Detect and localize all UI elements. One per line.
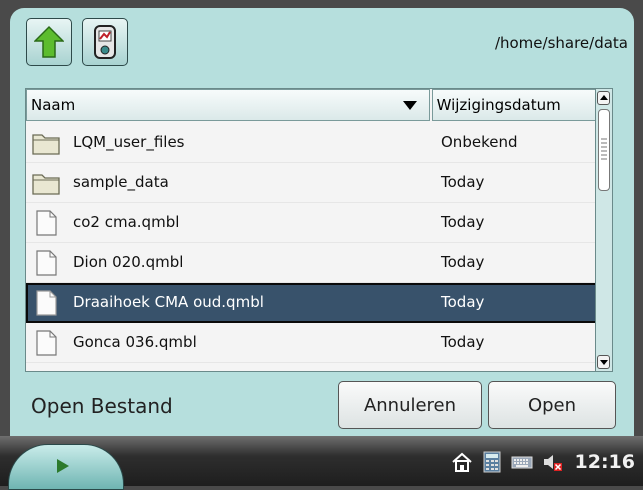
taskbar: 12:16 — [0, 436, 643, 490]
file-name: Gonca 036.qmbl — [73, 333, 197, 351]
file-date: Today — [441, 333, 485, 351]
file-rows: LQM_user_files Onbekend sample_data Toda… — [26, 123, 598, 363]
scroll-thumb[interactable] — [598, 109, 610, 191]
file-date: Today — [441, 173, 485, 191]
cancel-button[interactable]: Annuleren — [338, 381, 482, 429]
play-icon — [57, 459, 69, 473]
dialog-footer: Open Bestand Annuleren Open — [10, 372, 634, 436]
calculator-icon[interactable] — [481, 451, 503, 473]
device-button[interactable] — [82, 18, 128, 66]
file-icon — [36, 290, 57, 316]
list-item[interactable]: Gonca 036.qmbl Today — [26, 323, 598, 363]
device-icon — [94, 25, 116, 59]
column-header-date[interactable]: Wijzigingsdatum — [431, 89, 598, 121]
toolbar: /home/share/data — [10, 8, 634, 86]
column-header-name[interactable]: Naam — [26, 89, 430, 121]
home-icon[interactable] — [451, 451, 473, 473]
current-path: /home/share/data — [494, 34, 628, 52]
volume-muted-icon[interactable] — [541, 451, 563, 473]
list-header: Naam Wijzigingsdatum — [26, 89, 598, 123]
scroll-up-icon[interactable] — [597, 91, 610, 105]
file-name: co2 cma.qmbl — [73, 213, 180, 231]
up-arrow-icon — [34, 25, 64, 58]
file-icon — [36, 250, 57, 276]
file-name: LQM_user_files — [73, 133, 185, 151]
file-name: Dion 020.qmbl — [73, 253, 184, 271]
list-item[interactable]: Dion 020.qmbl Today — [26, 243, 598, 283]
list-item[interactable]: LQM_user_files Onbekend — [26, 123, 598, 163]
clock[interactable]: 12:16 — [575, 451, 635, 473]
list-item[interactable]: sample_data Today — [26, 163, 598, 203]
sort-desc-icon[interactable] — [402, 101, 417, 110]
vertical-scrollbar[interactable] — [595, 89, 612, 371]
column-header-name-label: Naam — [31, 96, 76, 114]
file-date: Today — [441, 253, 485, 271]
folder-icon — [32, 134, 60, 155]
system-tray: 12:16 — [451, 448, 635, 476]
list-item-selected[interactable]: Draaihoek CMA oud.qmbl Today — [26, 283, 598, 323]
file-name: sample_data — [73, 173, 169, 191]
file-list[interactable]: Naam Wijzigingsdatum LQM_user_files Onbe… — [25, 88, 613, 372]
list-item[interactable]: co2 cma.qmbl Today — [26, 203, 598, 243]
file-icon — [36, 210, 57, 236]
dialog-title: Open Bestand — [31, 394, 173, 418]
keyboard-icon[interactable] — [511, 451, 533, 473]
folder-icon — [32, 174, 60, 195]
file-date: Today — [441, 213, 485, 231]
file-date: Today — [441, 293, 485, 311]
open-button[interactable]: Open — [488, 381, 616, 429]
column-header-date-label: Wijzigingsdatum — [436, 96, 561, 114]
scroll-down-icon[interactable] — [597, 355, 610, 369]
file-date: Onbekend — [441, 133, 518, 151]
launcher-button[interactable] — [8, 444, 124, 490]
file-icon — [36, 330, 57, 356]
up-directory-button[interactable] — [26, 18, 72, 66]
file-name: Draaihoek CMA oud.qmbl — [73, 293, 264, 311]
grip-icon — [601, 138, 607, 162]
file-open-dialog: /home/share/data Naam Wijzigingsdatum LQ… — [10, 8, 634, 436]
